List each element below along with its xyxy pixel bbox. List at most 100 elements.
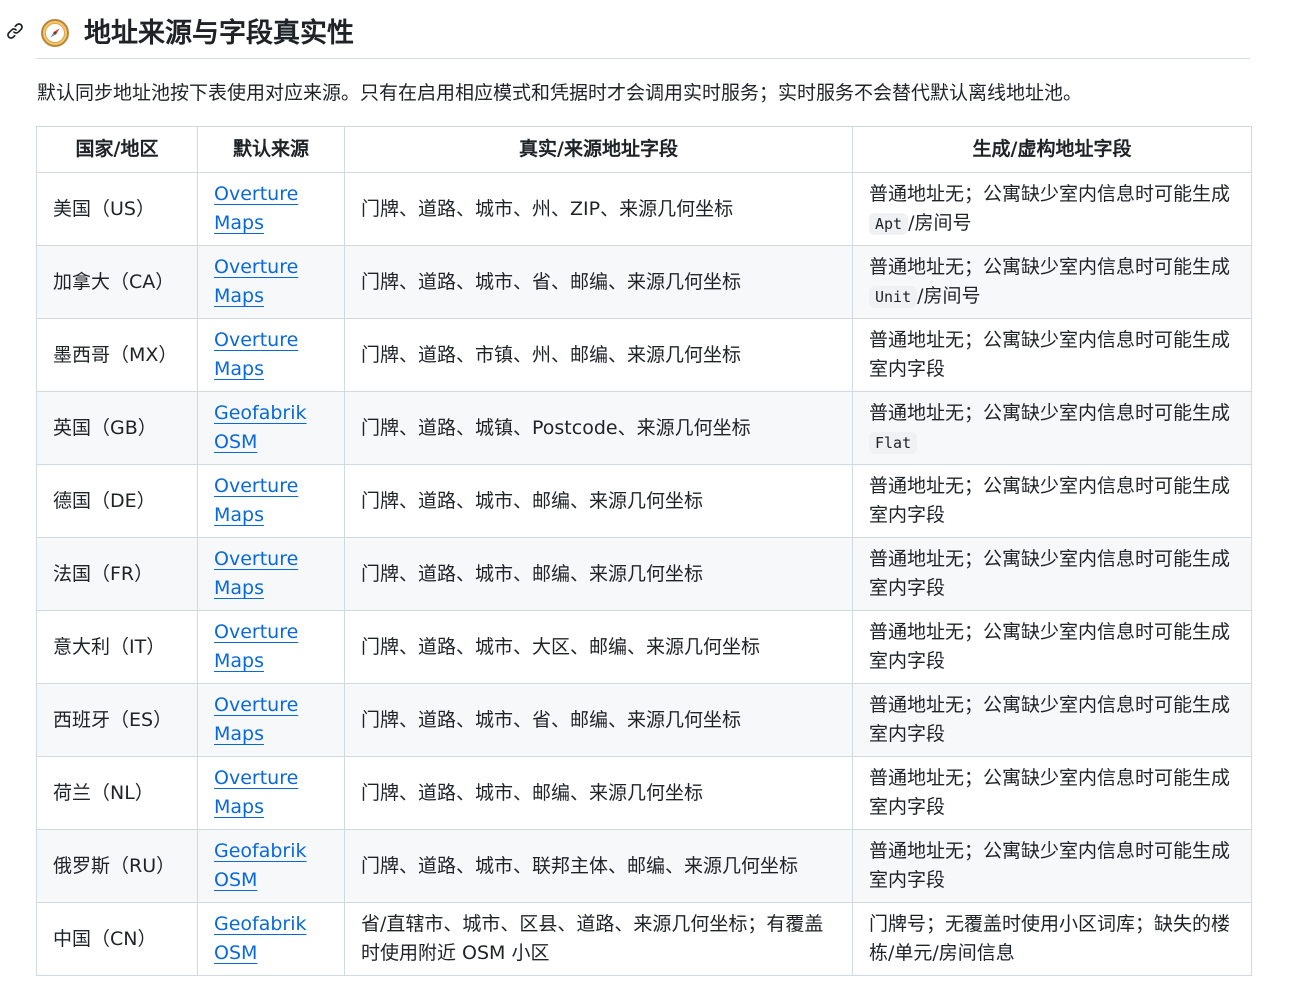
generated-text-cont: 室内字段 (869, 504, 946, 526)
inline-code: Flat (869, 431, 918, 454)
intro-paragraph: 默认同步地址池按下表使用对应来源。只有在启用相应模式和凭据时才会调用实时服务；实… (37, 82, 1083, 104)
source-cell: Overture Maps (197, 683, 345, 757)
compass-icon (40, 18, 70, 48)
table-row: 德国（DE） Overture Maps 门牌、道路、城市、邮编、来源几何坐标 普通地址… (36, 464, 1252, 538)
source-link[interactable]: Overture Maps (214, 329, 298, 380)
generated-fields-cell: 普通地址无；公寓缺少室内信息时可能生成 室内字段 (852, 683, 1252, 757)
source-link[interactable]: Geofabrik OSM (214, 913, 307, 964)
generated-text: 普通地址无；公寓缺少室内信息时可能生成 (869, 475, 1231, 497)
generated-text-cont: 室内字段 (869, 577, 946, 599)
generated-fields-cell: 普通地址无；公寓缺少室内信息时可能生成 Unit/房间号 (852, 245, 1252, 319)
generated-fields-cell: 普通地址无；公寓缺少室内信息时可能生成 室内字段 (852, 537, 1252, 611)
table-header-row: 国家/地区 默认来源 真实/来源地址字段 生成/虚构地址字段 (36, 126, 1252, 173)
real-fields-cell: 门牌、道路、城市、邮编、来源几何坐标 (344, 756, 853, 830)
generated-text-cont: /房间号 (917, 284, 981, 307)
source-cell: Geofabrik OSM (197, 391, 345, 465)
table-row: 意大利（IT） Overture Maps 门牌、道路、城市、大区、邮编、来源几何坐标… (36, 610, 1252, 684)
country-cell: 意大利（IT） (36, 610, 198, 684)
source-link[interactable]: Overture Maps (214, 694, 298, 745)
table-row: 美国（US） Overture Maps 门牌、道路、城市、州、ZIP、来源几何坐标普… (36, 172, 1252, 246)
source-link[interactable]: Overture Maps (214, 183, 298, 234)
generated-fields-cell: 普通地址无；公寓缺少室内信息时可能生成 室内字段 (852, 318, 1252, 392)
real-fields-cell: 门牌、道路、城市、邮编、来源几何坐标 (344, 464, 853, 538)
table-row: 俄罗斯（RU） Geofabrik OSM 门牌、道路、城市、联邦主体、邮编、来源几何… (36, 829, 1252, 903)
table-row: 墨西哥（MX） Overture Maps 门牌、道路、市镇、州、邮编、来源几何坐标普… (36, 318, 1252, 392)
address-source-table: 国家/地区 默认来源 真实/来源地址字段 生成/虚构地址字段 美国（US） Ove… (36, 126, 1252, 976)
real-fields-cell: 门牌、道路、城市、省、邮编、来源几何坐标 (344, 683, 853, 757)
country-cell: 加拿大（CA） (36, 245, 198, 319)
source-cell: Overture Maps (197, 537, 345, 611)
header-generated-fields: 生成/虚构地址字段 (852, 126, 1252, 173)
source-cell: Overture Maps (197, 464, 345, 538)
generated-text-cont: 室内字段 (869, 650, 946, 672)
header-real-fields: 真实/来源地址字段 (344, 126, 853, 173)
generated-fields-cell: 普通地址无；公寓缺少室内信息时可能生成 室内字段 (852, 829, 1252, 903)
real-fields-cell: 门牌、道路、城市、省、邮编、来源几何坐标 (344, 245, 853, 319)
generated-fields-cell: 普通地址无；公寓缺少室内信息时可能生成 Flat (852, 391, 1252, 465)
generated-text: 普通地址无；公寓缺少室内信息时可能生成 (869, 548, 1231, 570)
real-fields-cell: 门牌、道路、市镇、州、邮编、来源几何坐标 (344, 318, 853, 392)
generated-text: 普通地址无；公寓缺少室内信息时可能生成 (869, 694, 1231, 716)
generated-fields-cell: 普通地址无；公寓缺少室内信息时可能生成 室内字段 (852, 756, 1252, 830)
source-link[interactable]: Overture Maps (214, 475, 298, 526)
generated-text-cont: 室内字段 (869, 796, 946, 818)
country-cell: 俄罗斯（RU） (36, 829, 198, 903)
country-cell: 德国（DE） (36, 464, 198, 538)
source-link[interactable]: Overture Maps (214, 621, 298, 672)
generated-text-cont: /房间号 (908, 211, 972, 234)
source-link[interactable]: Geofabrik OSM (214, 402, 307, 453)
country-cell: 西班牙（ES） (36, 683, 198, 757)
generated-text: 门牌号；无覆盖时使用小区词库；缺失的楼栋/单元/房间信息 (869, 913, 1231, 964)
source-cell: Geofabrik OSM (197, 829, 345, 903)
real-fields-cell: 门牌、道路、城镇、Postcode、来源几何坐标 (344, 391, 853, 465)
link-icon[interactable] (6, 22, 24, 40)
source-cell: Overture Maps (197, 318, 345, 392)
header-default-source: 默认来源 (197, 126, 345, 173)
inline-code: Apt (869, 212, 909, 235)
real-fields-cell: 门牌、道路、城市、邮编、来源几何坐标 (344, 537, 853, 611)
source-link[interactable]: Overture Maps (214, 256, 298, 307)
source-cell: Overture Maps (197, 245, 345, 319)
generated-fields-cell: 普通地址无；公寓缺少室内信息时可能生成 Apt/房间号 (852, 172, 1252, 246)
country-cell: 中国（CN） (36, 902, 198, 976)
inline-code: Unit (869, 285, 918, 308)
generated-text: 普通地址无；公寓缺少室内信息时可能生成 (869, 767, 1231, 789)
country-cell: 英国（GB） (36, 391, 198, 465)
generated-text: 普通地址无；公寓缺少室内信息时可能生成 (869, 255, 1231, 278)
table-row: 荷兰（NL） Overture Maps 门牌、道路、城市、邮编、来源几何坐标 普通地址… (36, 756, 1252, 830)
generated-fields-cell: 普通地址无；公寓缺少室内信息时可能生成 室内字段 (852, 610, 1252, 684)
source-cell: Overture Maps (197, 610, 345, 684)
source-link[interactable]: Overture Maps (214, 548, 298, 599)
generated-text-cont: 室内字段 (869, 358, 946, 380)
generated-text-cont: 室内字段 (869, 723, 946, 745)
source-cell: Overture Maps (197, 172, 345, 246)
table-row: 英国（GB） Geofabrik OSM 门牌、道路、城镇、Postcode、来源几何… (36, 391, 1252, 465)
source-link[interactable]: Overture Maps (214, 767, 298, 818)
section-heading: 地址来源与字段真实性 (7, 8, 1250, 59)
generated-text: 普通地址无；公寓缺少室内信息时可能生成 (869, 182, 1231, 205)
generated-text: 普通地址无；公寓缺少室内信息时可能生成 (869, 840, 1231, 862)
table-row: 加拿大（CA） Overture Maps 门牌、道路、城市、省、邮编、来源几何坐标普… (36, 245, 1252, 319)
table-body: 美国（US） Overture Maps 门牌、道路、城市、州、ZIP、来源几何坐标普… (36, 172, 1252, 976)
page: 地址来源与字段真实性 默认同步地址池按下表使用对应来源。只有在启用相应模式和凭据… (0, 0, 1308, 990)
generated-text: 普通地址无；公寓缺少室内信息时可能生成 (869, 329, 1231, 351)
generated-text: 普通地址无；公寓缺少室内信息时可能生成 (869, 401, 1231, 424)
page-title: 地址来源与字段真实性 (84, 18, 354, 49)
country-cell: 荷兰（NL） (36, 756, 198, 830)
table-row: 中国（CN） Geofabrik OSM 省/直辖市、城市、区县、道路、来源几何坐标；… (36, 902, 1252, 976)
generated-fields-cell: 门牌号；无覆盖时使用小区词库；缺失的楼栋/单元/房间信息 (852, 902, 1252, 976)
table-row: 法国（FR） Overture Maps 门牌、道路、城市、邮编、来源几何坐标 普通地址… (36, 537, 1252, 611)
header-country: 国家/地区 (36, 126, 198, 173)
table-row: 西班牙（ES） Overture Maps 门牌、道路、城市、省、邮编、来源几何坐标普… (36, 683, 1252, 757)
country-cell: 美国（US） (36, 172, 198, 246)
real-fields-cell: 门牌、道路、城市、联邦主体、邮编、来源几何坐标 (344, 829, 853, 903)
source-cell: Overture Maps (197, 756, 345, 830)
real-fields-cell: 门牌、道路、城市、州、ZIP、来源几何坐标 (344, 172, 853, 246)
generated-fields-cell: 普通地址无；公寓缺少室内信息时可能生成 室内字段 (852, 464, 1252, 538)
country-cell: 法国（FR） (36, 537, 198, 611)
generated-text: 普通地址无；公寓缺少室内信息时可能生成 (869, 621, 1231, 643)
source-cell: Geofabrik OSM (197, 902, 345, 976)
real-fields-cell: 省/直辖市、城市、区县、道路、来源几何坐标；有覆盖时使用附近 OSM 小区 (344, 902, 853, 976)
source-link[interactable]: Geofabrik OSM (214, 840, 307, 891)
country-cell: 墨西哥（MX） (36, 318, 198, 392)
